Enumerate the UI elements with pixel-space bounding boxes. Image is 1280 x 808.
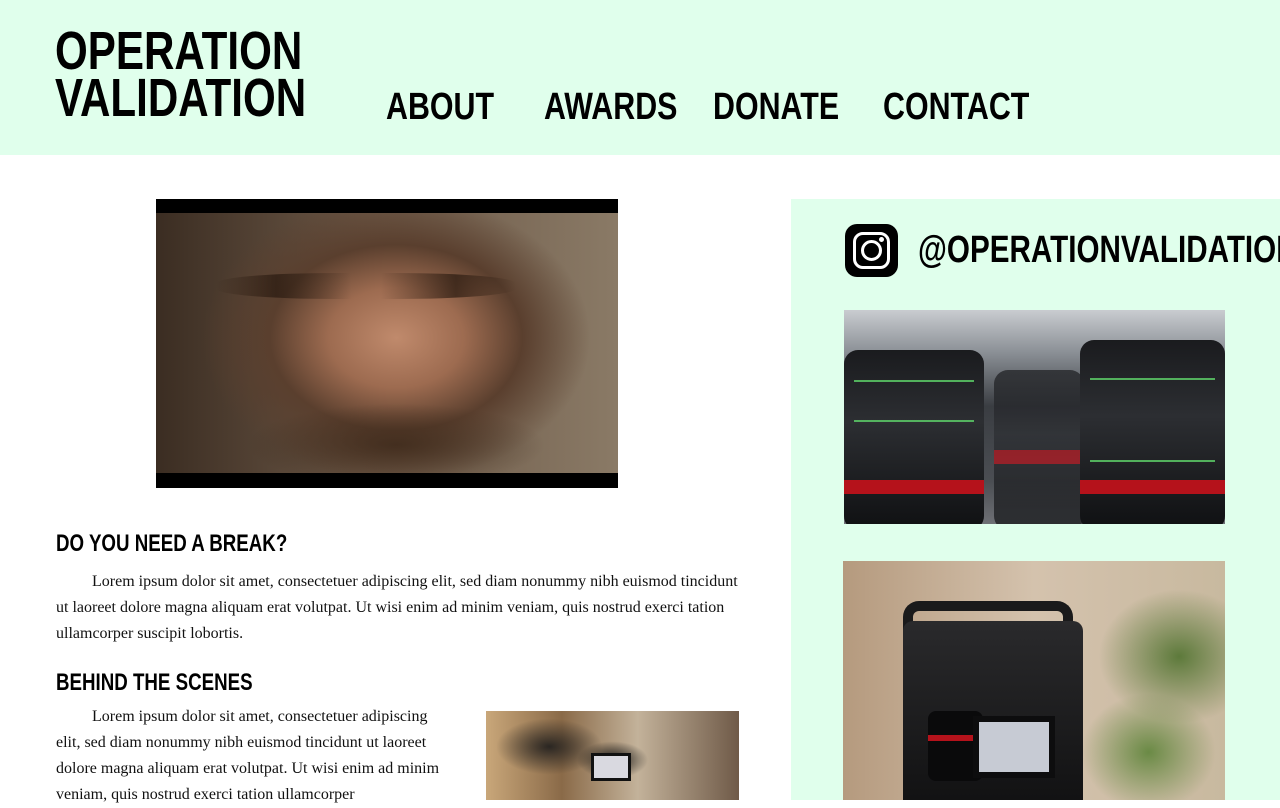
section-text-behind-the-scenes: Lorem ipsum dolor sit amet, consectetuer…: [56, 708, 440, 803]
lens-markings: [854, 420, 974, 422]
section-heading-behind-the-scenes: BEHIND THE SCENES: [56, 669, 253, 696]
instagram-post-camera[interactable]: [843, 561, 1225, 800]
lens-markings: [854, 380, 974, 382]
lens-shape: [1080, 340, 1225, 524]
camera-screen: [973, 716, 1055, 778]
lens-red-ring: [994, 450, 1084, 464]
instagram-icon-dot: [879, 237, 884, 242]
instagram-icon-lens: [861, 240, 882, 261]
site-logo[interactable]: OPERATION VALIDATION: [55, 24, 307, 128]
site-header: OPERATION VALIDATION ABOUT AWARDS DONATE…: [0, 0, 1280, 155]
section-heading-break: DO YOU NEED A BREAK?: [56, 530, 288, 557]
camera-monitor-detail: [591, 753, 631, 781]
hero-video-still: [156, 199, 618, 488]
instagram-icon[interactable]: [845, 224, 898, 277]
lens-shape: [844, 350, 984, 524]
hero-image-detail: [216, 273, 516, 299]
logo-line-2: VALIDATION: [55, 68, 307, 128]
instagram-post-lenses[interactable]: [844, 310, 1225, 524]
lens-shape: [994, 370, 1084, 524]
lens-markings: [1090, 378, 1215, 380]
hero-portrait-image: [156, 213, 618, 473]
nav-awards[interactable]: AWARDS: [544, 86, 677, 128]
behind-the-scenes-image: [486, 711, 739, 800]
nav-about[interactable]: ABOUT: [386, 86, 494, 128]
lens-red-ring: [1080, 480, 1225, 494]
hero-image-detail: [246, 403, 546, 473]
nav-contact[interactable]: CONTACT: [883, 86, 1029, 128]
section-text-break: Lorem ipsum dolor sit amet, consectetuer…: [56, 573, 738, 642]
lens-red-ring: [844, 480, 984, 494]
instagram-handle-link[interactable]: @OPERATIONVALIDATION: [918, 228, 1280, 272]
nav-donate[interactable]: DONATE: [713, 86, 839, 128]
lens-markings: [1090, 460, 1215, 462]
